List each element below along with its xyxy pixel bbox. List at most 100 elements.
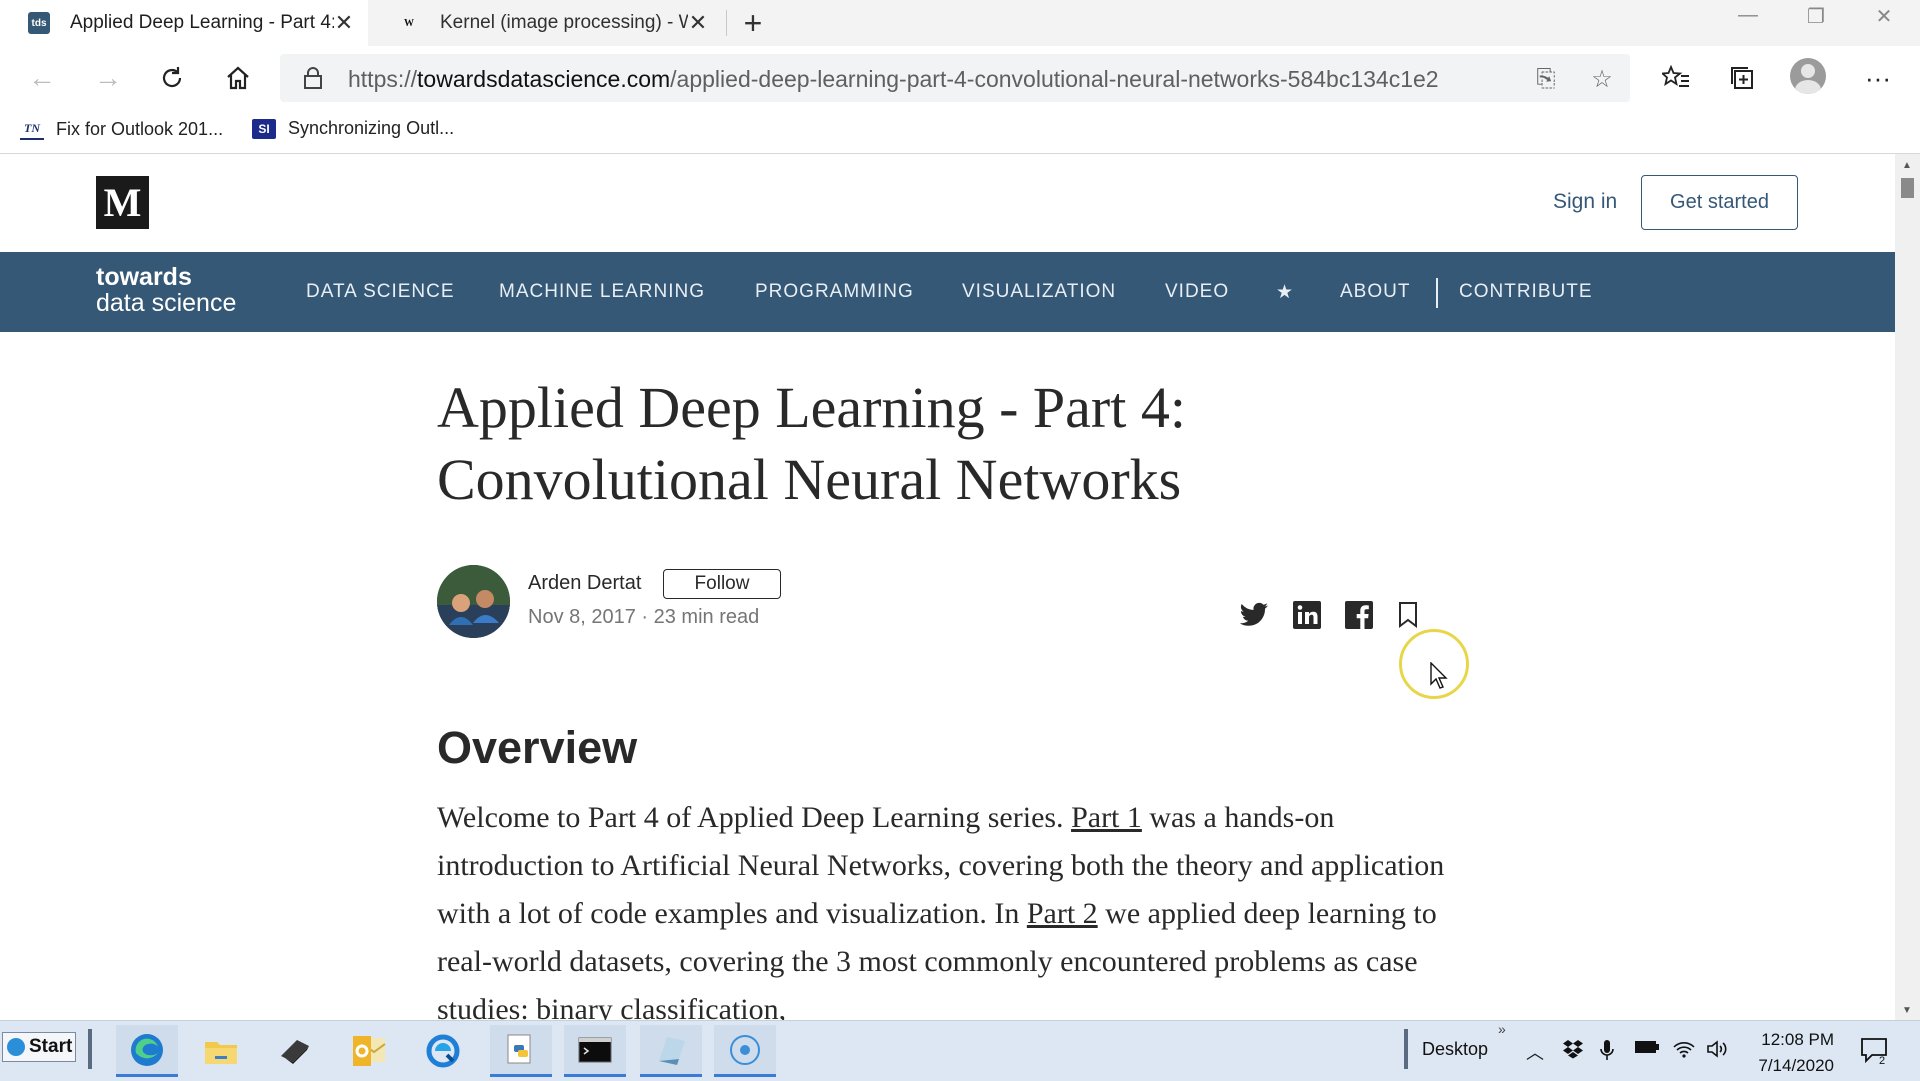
action-center-icon[interactable]: 2 — [1860, 1037, 1890, 1070]
favorites-icon[interactable] — [1656, 58, 1696, 98]
dropbox-icon[interactable] — [1562, 1039, 1584, 1064]
bookmark-fix-for-outlook[interactable]: TN Fix for Outlook 201... — [20, 118, 223, 140]
bookmark-icon[interactable] — [1391, 598, 1425, 632]
refresh-icon — [162, 67, 182, 88]
publication-nav: towards data science DATA SCIENCE MACHIN… — [0, 252, 1895, 332]
taskbar-edge-dev[interactable] — [412, 1025, 474, 1077]
url-domain: towardsdatascience.com — [417, 66, 671, 92]
restore-button[interactable]: ❐ — [1796, 4, 1836, 29]
author-name[interactable]: Arden Dertat — [528, 572, 641, 595]
lock-icon[interactable] — [302, 66, 324, 95]
sign-in-link[interactable]: Sign in — [1553, 190, 1617, 214]
taskbar-separator — [88, 1029, 92, 1069]
medium-logo[interactable]: M — [96, 176, 149, 229]
forward-button[interactable]: → — [88, 58, 128, 98]
tab-kernel-wikipedia[interactable]: W Kernel (image processing) - Wiki ✕ — [370, 0, 722, 46]
taskbar-app-8[interactable] — [640, 1025, 702, 1077]
clock-date: 7/14/2020 — [1758, 1056, 1834, 1075]
page-scrollbar[interactable]: ▲ ▼ — [1895, 154, 1920, 1020]
taskbar: Start Desktop » ︿ 12:08 PM 7/14/2020 2 — [0, 1020, 1920, 1081]
twitter-share-icon[interactable] — [1237, 598, 1271, 632]
profile-avatar-icon[interactable] — [1790, 58, 1826, 94]
tn-favicon-icon: TN — [20, 118, 44, 140]
toolbar-expand-icon[interactable]: » — [1498, 1021, 1506, 1037]
page-viewport: M Sign in Get started towards data scien… — [0, 154, 1895, 1020]
minimize-button[interactable]: — — [1728, 4, 1768, 27]
nav-machine-learning[interactable]: MACHINE LEARNING — [499, 281, 705, 303]
microphone-icon[interactable] — [1600, 1039, 1614, 1066]
note-app-icon — [659, 1036, 685, 1065]
mouse-cursor-icon — [1430, 662, 1448, 689]
bookmarks-bar: TN Fix for Outlook 201... SI Synchronizi… — [0, 110, 1920, 154]
taskbar-python[interactable] — [490, 1025, 552, 1077]
desktop-toolbar-label[interactable]: Desktop — [1422, 1039, 1488, 1060]
facebook-share-icon[interactable] — [1342, 598, 1376, 632]
nav-data-science[interactable]: DATA SCIENCE — [306, 281, 455, 303]
collections-icon[interactable] — [1722, 58, 1762, 98]
nav-about[interactable]: ABOUT — [1340, 281, 1410, 303]
close-tab-icon[interactable]: ✕ — [334, 10, 354, 36]
nav-programming[interactable]: PROGRAMMING — [755, 281, 914, 303]
edge-dev-icon — [426, 1034, 460, 1068]
nav-contribute[interactable]: CONTRIBUTE — [1459, 281, 1593, 303]
system-clock[interactable]: 12:08 PM 7/14/2020 — [1744, 1027, 1834, 1079]
taskbar-terminal[interactable] — [564, 1025, 626, 1077]
home-button[interactable] — [218, 58, 258, 98]
get-started-button[interactable]: Get started — [1641, 175, 1798, 230]
address-bar[interactable]: https://towardsdatascience.com/applied-d… — [280, 54, 1630, 102]
tab-applied-deep-learning[interactable]: tds Applied Deep Learning - Part 4: C ✕ — [0, 0, 368, 46]
clock-time: 12:08 PM — [1761, 1030, 1834, 1049]
taskbar-file-explorer[interactable] — [190, 1025, 252, 1077]
article-title: Applied Deep Learning - Part 4: Convolut… — [437, 375, 1186, 512]
bookmark-label: Synchronizing Outl... — [288, 118, 455, 138]
author-avatar[interactable] — [437, 565, 510, 638]
volume-icon[interactable] — [1706, 1039, 1730, 1064]
bookmark-label: Fix for Outlook 201... — [56, 118, 224, 139]
taskbar-separator — [1404, 1029, 1408, 1069]
tab-bar: tds Applied Deep Learning - Part 4: C ✕ … — [0, 0, 1920, 46]
tab-divider — [726, 10, 727, 36]
tab-title: Kernel (image processing) - Wiki — [440, 12, 688, 33]
logo-line-1: towards — [96, 263, 192, 291]
favorite-star-icon[interactable]: ☆ — [1586, 64, 1618, 94]
scroll-down-arrow-icon[interactable]: ▼ — [1902, 1005, 1912, 1016]
nav-visualization[interactable]: VISUALIZATION — [962, 281, 1116, 303]
battery-icon[interactable] — [1634, 1039, 1660, 1060]
url-text[interactable]: https://towardsdatascience.com/applied-d… — [348, 66, 1439, 93]
linkedin-share-icon[interactable] — [1290, 598, 1324, 632]
scroll-up-arrow-icon[interactable]: ▲ — [1902, 160, 1912, 171]
refresh-button[interactable] — [152, 58, 192, 98]
taskbar-app-9[interactable] — [714, 1025, 776, 1077]
scroll-thumb[interactable] — [1901, 178, 1914, 198]
start-button[interactable]: Start — [2, 1032, 76, 1062]
close-tab-icon[interactable]: ✕ — [688, 10, 708, 36]
si-favicon-icon: SI — [252, 118, 276, 139]
tds-favicon-icon: tds — [28, 12, 50, 34]
more-options-icon[interactable]: ··· — [1858, 58, 1898, 98]
article-paragraph: Welcome to Part 4 of Applied Deep Learni… — [437, 794, 1447, 1020]
new-tab-button[interactable]: + — [738, 6, 768, 40]
taskbar-outlook[interactable] — [338, 1025, 400, 1077]
medium-header: M Sign in Get started — [0, 154, 1895, 252]
terminal-icon — [578, 1037, 612, 1062]
wifi-icon[interactable] — [1672, 1039, 1696, 1064]
tds-logo[interactable]: towards data science — [96, 264, 236, 316]
home-icon — [227, 66, 249, 90]
follow-button[interactable]: Follow — [663, 569, 781, 599]
tab-title: Applied Deep Learning - Part 4: C — [70, 12, 334, 33]
show-hidden-icons-icon[interactable]: ︿ — [1526, 1039, 1544, 1065]
address-toolbar: ← → https://towardsdatascience.com/appli… — [0, 46, 1920, 110]
bookmark-synchronizing-outlook[interactable]: SI Synchronizing Outl... — [252, 118, 454, 139]
read-aloud-icon[interactable]: ⎘ — [1530, 64, 1562, 94]
outlook-icon — [353, 1036, 386, 1066]
part-1-link[interactable]: Part 1 — [1071, 801, 1142, 834]
close-window-button[interactable]: ✕ — [1864, 4, 1904, 29]
nav-star-icon[interactable]: ★ — [1276, 281, 1294, 304]
article-meta: Nov 8, 2017 · 23 min read — [528, 606, 760, 628]
chip-app-icon — [281, 1040, 309, 1064]
nav-video[interactable]: VIDEO — [1165, 281, 1229, 303]
part-2-link[interactable]: Part 2 — [1027, 897, 1098, 930]
taskbar-edge[interactable] — [116, 1025, 178, 1077]
back-button[interactable]: ← — [22, 58, 62, 98]
taskbar-app-3[interactable] — [264, 1025, 326, 1077]
